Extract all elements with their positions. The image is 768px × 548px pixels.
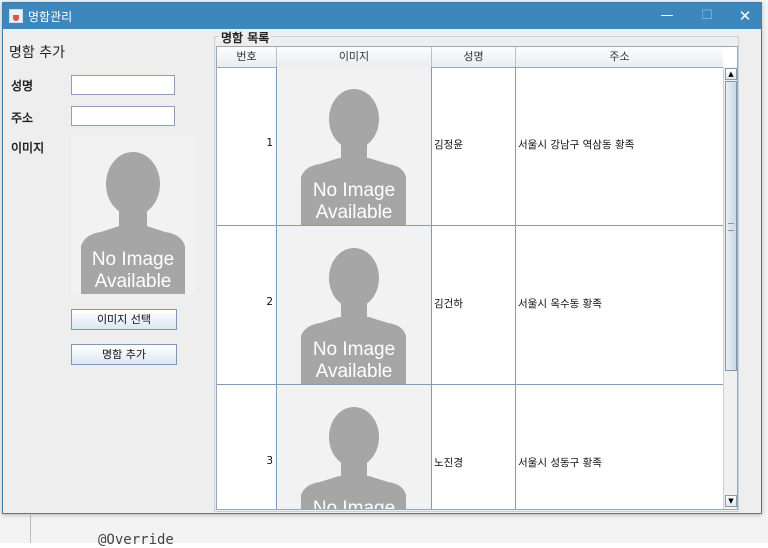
no-image-text-line1: No Image — [92, 249, 174, 270]
vertical-scrollbar[interactable]: ▲ ▼ — [723, 67, 737, 509]
row-name: 김건하 — [434, 298, 463, 310]
row-name-cell: 김건하 — [432, 226, 516, 384]
row-image-cell: No Image Available — [277, 385, 432, 509]
no-image-text-line1: No Image — [313, 180, 395, 201]
table-row[interactable]: 3 No Image Available 노진경 서울시 성동구 황족 — [217, 385, 723, 509]
add-section-heading: 명함 추가 — [9, 45, 65, 61]
name-label: 성명 — [11, 79, 34, 93]
grip-icon — [728, 223, 734, 231]
scroll-down-arrow-icon[interactable]: ▼ — [725, 495, 737, 507]
scroll-up-arrow-icon[interactable]: ▲ — [725, 68, 737, 80]
no-image-text-line1: No Image — [313, 339, 395, 360]
row-address-cell: 서울시 성동구 황족 — [516, 385, 723, 509]
no-image-text-line2: Available — [95, 271, 172, 292]
image-label: 이미지 — [11, 141, 45, 155]
add-card-button[interactable]: 명함 추가 — [71, 344, 177, 365]
scrollbar-thumb[interactable] — [725, 81, 737, 371]
no-image-text-line2: Available — [316, 202, 393, 223]
column-header-number[interactable]: 번호 — [217, 47, 277, 67]
name-field[interactable] — [71, 75, 175, 95]
row-address: 서울시 옥수동 황족 — [518, 298, 602, 310]
minimize-button[interactable]: — — [647, 3, 687, 29]
column-header-image[interactable]: 이미지 — [277, 47, 432, 67]
row-address-cell: 서울시 옥수동 황족 — [516, 226, 723, 384]
row-name-cell: 노진경 — [432, 385, 516, 509]
row-address: 서울시 강남구 역삼동 황족 — [518, 139, 635, 151]
row-name: 노진경 — [434, 457, 463, 469]
image-preview: No Image Available — [71, 136, 195, 294]
column-header-name[interactable]: 성명 — [432, 47, 516, 67]
table-row[interactable]: 1 No Image Available 김정윤 서울시 강남구 역삼동 황족 — [217, 67, 723, 226]
card-table: 번호 이미지 성명 주소 1 No Image Available 김정윤 서울… — [216, 46, 738, 510]
no-image-placeholder: No Image Available — [301, 248, 406, 384]
row-address-cell: 서울시 강남구 역삼동 황족 — [516, 67, 723, 225]
row-address: 서울시 성동구 황족 — [518, 457, 602, 469]
editor-gutter-line — [30, 515, 31, 543]
no-image-text-line1: No Image — [313, 498, 395, 509]
row-number: 1 — [266, 137, 273, 149]
row-number: 2 — [266, 296, 273, 308]
row-name-cell: 김정윤 — [432, 67, 516, 225]
row-number-cell: 3 — [217, 385, 277, 509]
java-app-icon — [9, 9, 23, 23]
table-body: 1 No Image Available 김정윤 서울시 강남구 역삼동 황족 … — [217, 67, 723, 509]
row-number-cell: 1 — [217, 67, 277, 225]
close-button[interactable]: ✕ — [725, 3, 765, 29]
row-image-cell: No Image Available — [277, 226, 432, 384]
row-image-cell: No Image Available — [277, 67, 432, 225]
no-image-text-line2: Available — [316, 361, 393, 382]
background-code-text: @Override — [98, 532, 174, 548]
column-header-address[interactable]: 주소 — [516, 47, 723, 67]
address-label: 주소 — [11, 111, 34, 125]
row-name: 김정윤 — [434, 139, 463, 151]
window-title: 명함관리 — [28, 10, 73, 24]
no-image-placeholder: No Image Available — [301, 89, 406, 225]
maximize-button[interactable]: ☐ — [687, 3, 727, 29]
address-field[interactable] — [71, 106, 175, 126]
no-image-placeholder: No Image Available — [301, 407, 406, 509]
row-number-cell: 2 — [217, 226, 277, 384]
row-number: 3 — [266, 455, 273, 467]
select-image-button[interactable]: 이미지 선택 — [71, 309, 177, 330]
table-row[interactable]: 2 No Image Available 김건하 서울시 옥수동 황족 — [217, 226, 723, 385]
card-list-heading: 명함 목록 — [219, 29, 272, 46]
table-header: 번호 이미지 성명 주소 — [217, 47, 723, 68]
no-image-placeholder: No Image Available — [81, 152, 185, 294]
title-bar[interactable]: 명함관리 — ☐ ✕ — [3, 3, 761, 29]
